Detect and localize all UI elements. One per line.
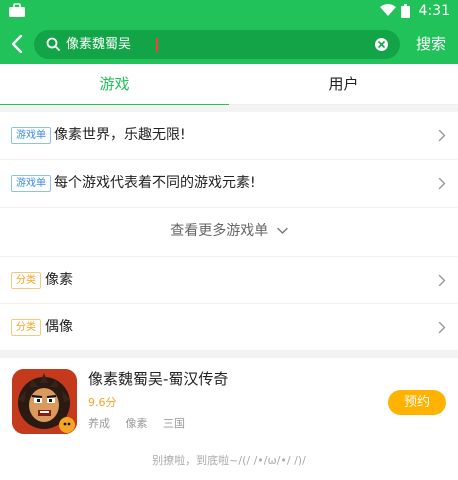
game-list-badge: 游戏单 <box>11 175 51 192</box>
category-item[interactable]: 分类 像素 <box>0 256 458 304</box>
status-bar: 4:31 <box>0 0 458 22</box>
clear-icon[interactable] <box>375 38 388 51</box>
battery-icon <box>401 4 410 18</box>
tab-bar: 游戏 用户 <box>0 64 458 106</box>
game-score: 9.6分 <box>88 396 117 409</box>
back-arrow-icon <box>11 35 23 53</box>
category-title: 像素 <box>45 272 73 288</box>
game-title: 像素魏蜀吴-蜀汉传奇 <box>88 370 229 388</box>
chevron-right-icon <box>438 129 446 142</box>
game-list-item[interactable]: 游戏单 像素世界，乐趣无限! <box>0 112 458 160</box>
reserve-button[interactable]: 预约 <box>388 390 446 415</box>
search-icon <box>46 37 60 51</box>
category-badge: 分类 <box>11 319 41 336</box>
game-list-title: 每个游戏代表着不同的游戏元素! <box>54 175 256 191</box>
category-title: 偶像 <box>45 319 73 335</box>
more-game-lists-label: 查看更多游戏单 <box>170 223 269 239</box>
more-game-lists-button[interactable]: 查看更多游戏单 <box>0 208 458 256</box>
section-divider <box>0 350 458 358</box>
app-header: 4:31 搜索 <box>0 0 458 64</box>
search-input[interactable] <box>66 34 366 55</box>
game-list-title: 像素世界，乐趣无限! <box>54 127 186 143</box>
game-result-item[interactable]: 像素魏蜀吴-蜀汉传奇 9.6分 养成 像素 三国 预约 <box>0 358 458 444</box>
game-icon <box>12 369 77 434</box>
game-list-badge: 游戏单 <box>11 127 51 144</box>
game-list-item[interactable]: 游戏单 每个游戏代表着不同的游戏元素! <box>0 160 458 208</box>
end-of-list-text: 别撩啦，到底啦~/(/ /•/ω/•/ /)/ <box>152 454 306 467</box>
chevron-right-icon <box>438 177 446 190</box>
game-tag: 养成 <box>88 417 110 430</box>
search-button[interactable]: 搜索 <box>416 32 446 56</box>
status-time: 4:31 <box>418 3 450 19</box>
game-tag: 像素 <box>125 417 148 430</box>
tab-users[interactable]: 用户 <box>229 64 458 105</box>
tab-games[interactable]: 游戏 <box>0 64 229 106</box>
section-divider <box>0 105 458 112</box>
search-bar[interactable] <box>34 30 400 59</box>
briefcase-icon <box>9 3 25 17</box>
chevron-right-icon <box>438 274 446 287</box>
category-badge: 分类 <box>11 272 41 289</box>
wifi-icon <box>380 4 396 16</box>
category-item[interactable]: 分类 偶像 <box>0 304 458 352</box>
game-tags: 养成 像素 三国 <box>88 416 197 432</box>
text-cursor <box>156 38 158 52</box>
back-button[interactable] <box>5 30 29 58</box>
game-tag: 三国 <box>163 417 185 430</box>
chevron-right-icon <box>438 321 446 334</box>
tab-games-label: 游戏 <box>99 75 130 93</box>
chevron-down-icon <box>277 227 288 234</box>
tab-users-label: 用户 <box>328 75 359 93</box>
